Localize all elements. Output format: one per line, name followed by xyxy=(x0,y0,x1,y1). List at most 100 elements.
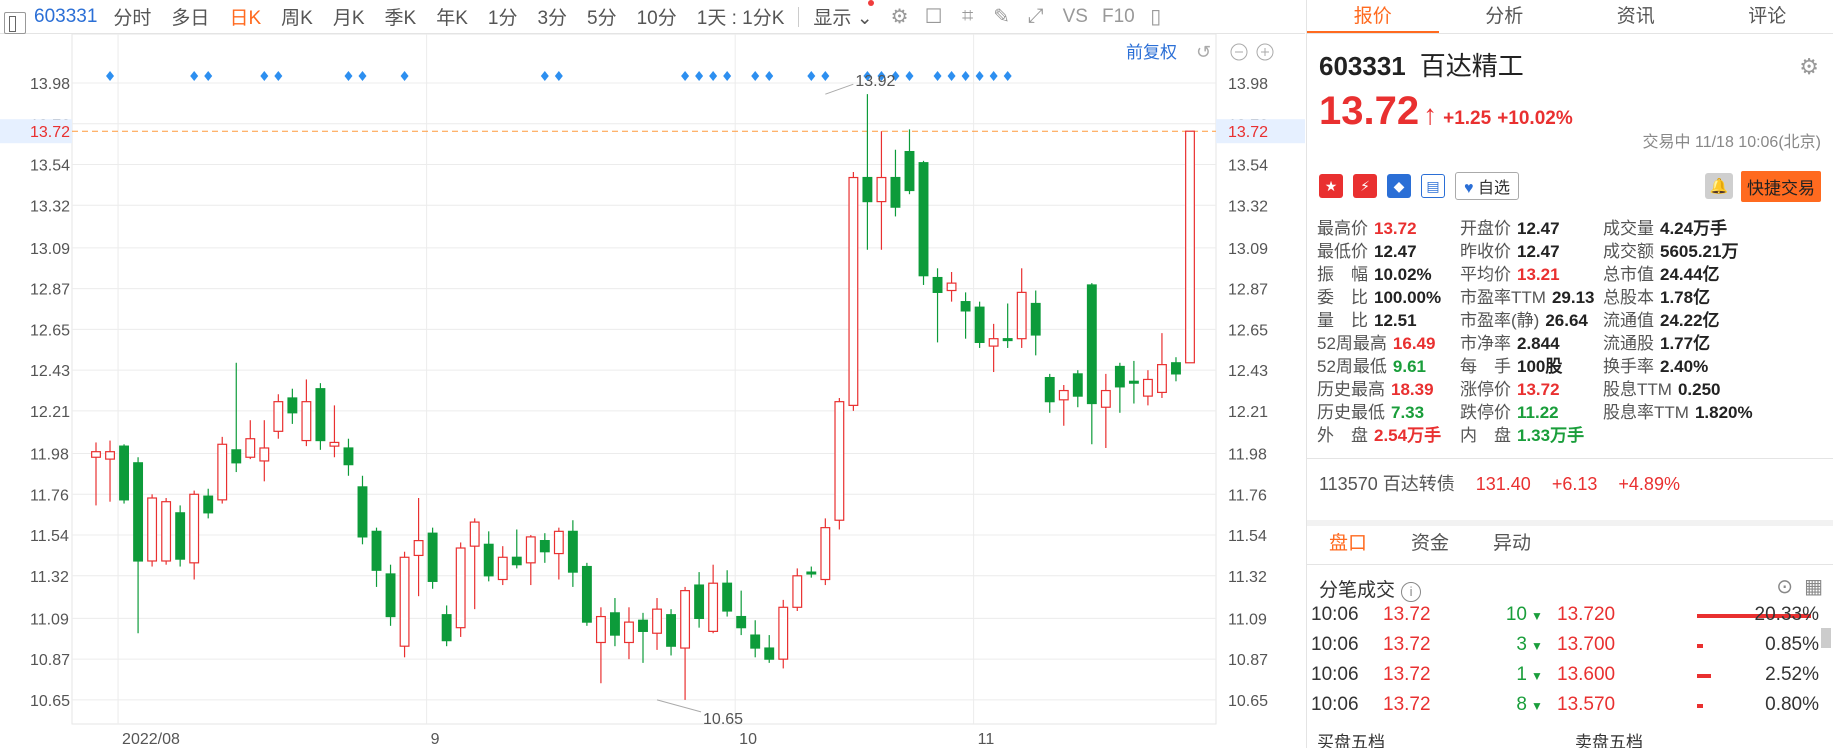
event-marker[interactable] xyxy=(695,71,704,81)
event-marker[interactable] xyxy=(358,71,367,81)
orderbook-tab[interactable]: 资金 xyxy=(1389,524,1471,564)
panel-tab[interactable]: 报价 xyxy=(1307,0,1439,33)
event-marker[interactable] xyxy=(821,71,830,81)
grid-icon[interactable]: ▦ xyxy=(1804,576,1823,598)
f10-button[interactable]: F10 xyxy=(1098,6,1139,28)
tick-row: 10:06 13.72 1 ▼ xyxy=(1311,660,1543,690)
stat-value: 0.250 xyxy=(1677,380,1721,399)
add-watchlist-button[interactable]: ♥ 自选 xyxy=(1455,172,1519,200)
checkbox-icon[interactable]: ☐ xyxy=(917,4,951,29)
orderbook-tab[interactable]: 异动 xyxy=(1471,524,1553,564)
stat-value: 1.820% xyxy=(1694,403,1753,422)
event-marker[interactable] xyxy=(204,71,213,81)
camera-icon[interactable]: ⌗ xyxy=(951,5,985,28)
info-icon[interactable]: i xyxy=(1401,582,1422,602)
candle-body xyxy=(343,447,354,466)
candle-body xyxy=(1072,373,1083,397)
bond-code: 113570 xyxy=(1319,474,1378,494)
side-panel-icon[interactable]: ▯ xyxy=(1139,4,1173,29)
period-tab[interactable]: 季K xyxy=(375,3,427,30)
event-marker[interactable] xyxy=(274,71,283,81)
kline-chart[interactable]: 13.9813.9813.7613.7613.5413.5413.3213.32… xyxy=(0,34,1305,748)
tick-tools: ⊙ ▦ xyxy=(1776,574,1823,599)
vs-button[interactable]: VS xyxy=(1053,6,1098,28)
candle-body xyxy=(792,575,803,608)
period-tab[interactable]: 月K xyxy=(323,3,375,30)
event-marker[interactable] xyxy=(681,71,690,81)
period-tab[interactable]: 1天 : 1分K xyxy=(687,3,795,30)
event-marker[interactable] xyxy=(709,71,718,81)
convertible-bond-row[interactable]: 113570 百达转债 131.40 +6.13 +4.89% xyxy=(1319,470,1680,496)
period-tab[interactable]: 周K xyxy=(271,3,323,30)
event-marker[interactable] xyxy=(190,71,199,81)
event-marker[interactable] xyxy=(905,71,914,81)
event-marker[interactable] xyxy=(961,71,970,81)
candle-body xyxy=(161,501,172,562)
level-price: 13.700 xyxy=(1557,634,1616,655)
event-marker[interactable] xyxy=(400,71,409,81)
undo-icon[interactable]: ↺ xyxy=(1196,42,1211,63)
period-tab[interactable]: 分时 xyxy=(103,3,161,30)
event-marker[interactable] xyxy=(765,71,774,81)
expand-icon[interactable]: ⤢ xyxy=(1019,5,1053,28)
panel-toggle-icon[interactable] xyxy=(4,11,26,34)
y-tick-label-right: 11.98 xyxy=(1228,447,1267,464)
event-marker[interactable] xyxy=(723,71,732,81)
event-marker[interactable] xyxy=(1003,71,1012,81)
candle-body xyxy=(371,530,382,571)
x-tick-label: 10 xyxy=(739,731,757,748)
period-tab[interactable]: 5分 xyxy=(577,3,627,30)
bond-change-pct: +4.89% xyxy=(1618,474,1680,494)
period-tab[interactable]: 年K xyxy=(426,3,478,30)
event-marker[interactable] xyxy=(975,71,984,81)
orderbook-tab[interactable]: 盘口 xyxy=(1307,524,1389,564)
event-marker[interactable] xyxy=(554,71,563,81)
stat-value: 2.40% xyxy=(1660,357,1709,376)
level-price: 13.720 xyxy=(1557,604,1616,625)
panel-tab[interactable]: 评论 xyxy=(1702,0,1833,33)
pencil-icon[interactable]: ✎ xyxy=(985,4,1019,29)
gear-icon[interactable]: ⚙ xyxy=(883,4,917,29)
panel-tab[interactable]: 资讯 xyxy=(1570,0,1702,33)
stat-item: 振 幅 10.02% xyxy=(1317,260,1432,285)
event-marker[interactable] xyxy=(989,71,998,81)
y-tick-label-left: 10.65 xyxy=(30,693,70,710)
event-marker[interactable] xyxy=(807,71,816,81)
stat-item: 市盈率(静) 26.64 xyxy=(1460,306,1588,331)
scrollbar[interactable] xyxy=(1821,628,1831,648)
limit-up-icon[interactable]: ⚡ xyxy=(1353,174,1377,198)
tick-time: 10:06 xyxy=(1311,604,1359,625)
period-tab[interactable]: 10分 xyxy=(627,3,687,30)
quick-trade-button[interactable]: 快捷交易 xyxy=(1741,170,1821,202)
event-marker[interactable] xyxy=(933,71,942,81)
y-tick-label-right: 12.21 xyxy=(1228,404,1268,421)
level-row: 13.570 0.80% xyxy=(1557,690,1827,720)
event-marker[interactable] xyxy=(344,71,353,81)
period-tab[interactable]: 日K xyxy=(219,3,271,30)
adjust-button[interactable]: 前复权 xyxy=(1126,43,1177,62)
candle-body xyxy=(581,565,592,623)
event-marker[interactable] xyxy=(540,71,549,81)
panel-tab[interactable]: 分析 xyxy=(1439,0,1571,33)
display-menu[interactable]: 显示 ⌄ xyxy=(803,3,882,30)
notification-dot xyxy=(868,0,874,6)
stat-label: 股息TTM xyxy=(1603,380,1672,399)
stat-item: 流通股 1.77亿 xyxy=(1603,329,1710,354)
stock-code-selector[interactable]: 603331 xyxy=(0,6,103,34)
tag-icon[interactable]: ◆ xyxy=(1387,174,1411,198)
event-marker[interactable] xyxy=(751,71,760,81)
bell-icon[interactable]: 🔔 xyxy=(1705,173,1733,199)
period-tab[interactable]: 3分 xyxy=(527,3,577,30)
bookmark-icon[interactable]: ▤ xyxy=(1421,174,1445,198)
level-price: 13.600 xyxy=(1557,664,1616,685)
stat-item: 开盘价 12.47 xyxy=(1460,214,1560,239)
event-marker[interactable] xyxy=(260,71,269,81)
sell-label: 卖盘五档 xyxy=(1575,733,1643,748)
event-marker[interactable] xyxy=(947,71,956,81)
period-tab[interactable]: 1分 xyxy=(478,3,528,30)
more-icon[interactable]: ⊙ xyxy=(1776,576,1793,598)
period-tab[interactable]: 多日 xyxy=(161,3,219,30)
stat-value: 100.00% xyxy=(1374,288,1442,307)
settings-gear-icon[interactable]: ⚙ xyxy=(1799,54,1819,80)
event-marker[interactable] xyxy=(106,71,115,81)
